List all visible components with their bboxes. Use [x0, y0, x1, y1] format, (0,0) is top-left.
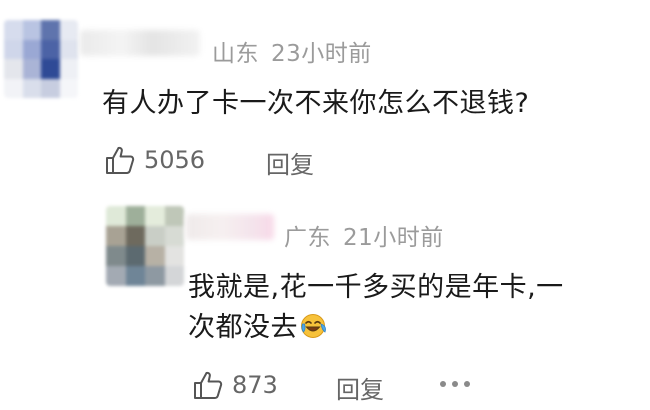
reply-label: 回复: [266, 151, 314, 179]
username-blurred[interactable]: [80, 30, 200, 56]
dot-icon: [452, 381, 458, 387]
like-button[interactable]: 873: [192, 369, 278, 401]
avatar-pixel: [59, 59, 78, 79]
avatar-pixel: [59, 78, 78, 98]
avatar-pixel: [164, 206, 184, 226]
avatar-pixel: [145, 246, 165, 266]
avatar-pixel: [125, 206, 145, 226]
location-label: 山东: [212, 41, 259, 67]
avatar-pixel: [4, 20, 23, 40]
avatar-pixel: [41, 78, 60, 98]
laugh-cry-emoji-icon: [301, 314, 326, 338]
avatar-pixel: [59, 39, 78, 59]
comment-text-line: 我就是,花一千多买的是年卡,一: [188, 272, 564, 303]
comment-text-line-2: 次都没去: [188, 308, 564, 348]
avatar-pixel: [106, 226, 126, 246]
avatar-pixel: [22, 20, 41, 40]
avatar-pixel: [41, 20, 60, 40]
comment-section: 山东 23小时前 有人办了卡一次不来你怎么不退钱? 5056 回复 广东 21小时前…: [0, 0, 650, 410]
avatar-pixel: [145, 226, 165, 246]
avatar-pixel: [4, 59, 23, 79]
avatar-pixel: [164, 266, 184, 286]
avatar-pixel: [164, 246, 184, 266]
like-count: 5056: [144, 146, 206, 174]
comment-text: 我就是,花一千多买的是年卡,一 次都没去: [188, 268, 564, 348]
avatar-pixel: [106, 266, 126, 286]
avatar-pixel: [4, 78, 23, 98]
avatar[interactable]: [4, 20, 78, 98]
like-button[interactable]: 5056: [104, 144, 205, 176]
reply-label: 回复: [336, 376, 384, 404]
timestamp: 21小时前: [343, 225, 444, 251]
avatar-pixel: [145, 266, 165, 286]
avatar-pixel: [125, 266, 145, 286]
like-count: 873: [232, 371, 278, 399]
avatar-pixel: [106, 246, 126, 266]
avatar-pixel: [106, 206, 126, 226]
avatar-pixel: [59, 20, 78, 40]
avatar-pixel: [41, 39, 60, 59]
avatar-pixel: [125, 226, 145, 246]
avatar[interactable]: [106, 206, 184, 286]
comment-meta: 广东 21小时前: [284, 218, 444, 252]
avatar-pixel: [22, 39, 41, 59]
avatar-pixel: [145, 206, 165, 226]
thumbs-up-icon: [106, 146, 135, 174]
avatar-pixel: [125, 246, 145, 266]
avatar-pixel: [22, 78, 41, 98]
username-blurred[interactable]: [186, 214, 274, 240]
thumbs-up-icon: [194, 371, 223, 399]
avatar-pixel: [41, 59, 60, 79]
avatar-pixel: [164, 226, 184, 246]
avatar-pixel: [4, 39, 23, 59]
timestamp: 23小时前: [271, 41, 372, 67]
comment-text: 有人办了卡一次不来你怎么不退钱?: [102, 88, 530, 119]
comment-meta: 山东 23小时前: [212, 34, 372, 68]
more-options-icon[interactable]: [440, 381, 470, 387]
reply-button[interactable]: 回复: [336, 370, 384, 405]
avatar-pixel: [22, 59, 41, 79]
dot-icon: [464, 381, 470, 387]
reply-button[interactable]: 回复: [266, 145, 314, 180]
dot-icon: [440, 381, 446, 387]
location-label: 广东: [284, 225, 331, 251]
